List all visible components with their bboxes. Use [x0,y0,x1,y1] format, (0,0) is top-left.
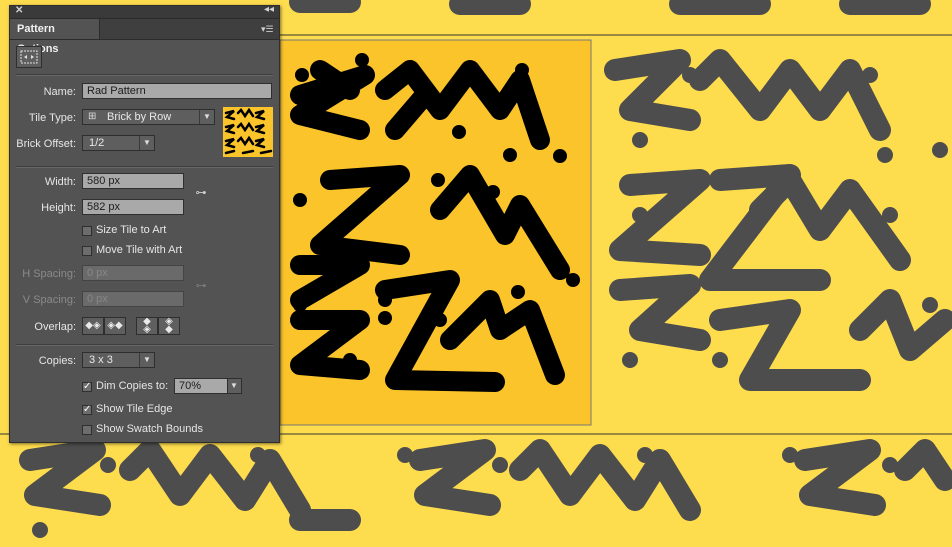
dim-copies-label: Dim Copies to: [96,380,169,392]
link-spacing-icon[interactable]: ⊶ [195,276,207,296]
h-spacing-field[interactable]: 0 px [82,265,184,281]
tile-type-label: Tile Type: [28,112,76,124]
tile-type-select[interactable]: ⊞ Brick by Row ▼ [82,109,215,125]
tile-type-value: Brick by Row [107,111,172,123]
name-field[interactable]: Rad Pattern [82,83,272,99]
height-field[interactable]: 582 px [82,199,184,215]
show-swatch-bounds-label: Show Swatch Bounds [96,423,204,435]
overlap-top-icon: ◆ ◈ [143,316,151,335]
panel-titlebar[interactable]: ✕ ◂◂ [10,4,279,19]
dim-copies-field[interactable]: 70% [174,378,228,394]
height-label: Height: [41,202,76,214]
copies-select[interactable]: 3 x 3 ▼ [82,352,155,368]
overlap-left-in-front-button[interactable]: ◆◈ [82,317,104,335]
panel-tab-row: Pattern Options ▾☰ [10,19,279,55]
pattern-tile-tool-icon [20,50,38,64]
h-spacing-label: H Spacing: [22,268,76,280]
overlap-bottom-icon: ◈ ◆ [165,316,173,335]
width-field[interactable]: 580 px [82,173,184,189]
size-tile-to-art-checkbox[interactable] [82,226,92,236]
move-tile-with-art-label: Move Tile with Art [96,244,183,256]
pattern-tile-tool-button[interactable] [16,46,42,68]
overlap-right-in-front-button[interactable]: ◈◆ [104,317,126,335]
link-proportions-icon[interactable]: ⊶ [195,183,207,203]
panel-menu-icon[interactable]: ▾☰ [261,23,275,35]
swatch-preview [223,107,273,157]
overlap-top-in-front-button[interactable]: ◆ ◈ [136,317,158,335]
overlap-bottom-in-front-button[interactable]: ◈ ◆ [158,317,180,335]
chevron-down-icon: ▼ [199,110,214,124]
overlap-left-icon: ◆◈ [85,320,101,331]
close-icon[interactable]: ✕ [15,5,23,16]
chevron-down-icon: ▼ [230,381,238,390]
dim-copies-dropdown[interactable]: ▼ [227,378,242,394]
width-label: Width: [44,176,76,188]
overlap-label: Overlap: [34,321,76,333]
v-spacing-label: V Spacing: [22,294,76,306]
copies-value: 3 x 3 [89,354,113,366]
brick-offset-select[interactable]: 1/2 ▼ [82,135,155,151]
move-tile-with-art-checkbox[interactable] [82,246,92,256]
brick-offset-label: Brick Offset: [16,138,76,150]
name-label: Name: [43,86,76,98]
dim-copies-checkbox[interactable]: ✓ [82,382,92,392]
pattern-options-panel: ✕ ◂◂ Pattern Options ▾☰ Name: Rad Patter… [9,4,280,443]
panel-tab-pattern-options[interactable]: Pattern Options [10,19,100,55]
show-swatch-bounds-checkbox[interactable] [82,425,92,435]
copies-label: Copies: [38,355,76,367]
chevron-down-icon: ▼ [139,136,154,150]
double-chevron-icon[interactable]: ◂◂ [264,4,274,15]
size-tile-to-art-label: Size Tile to Art [96,224,167,236]
brick-row-icon: ⊞ [88,111,97,122]
chevron-down-icon: ▼ [139,353,154,367]
show-tile-edge-label: Show Tile Edge [96,403,173,415]
show-tile-edge-checkbox[interactable]: ✓ [82,405,92,415]
v-spacing-field[interactable]: 0 px [82,291,184,307]
overlap-right-icon: ◈◆ [107,320,123,331]
brick-offset-value: 1/2 [89,137,105,149]
